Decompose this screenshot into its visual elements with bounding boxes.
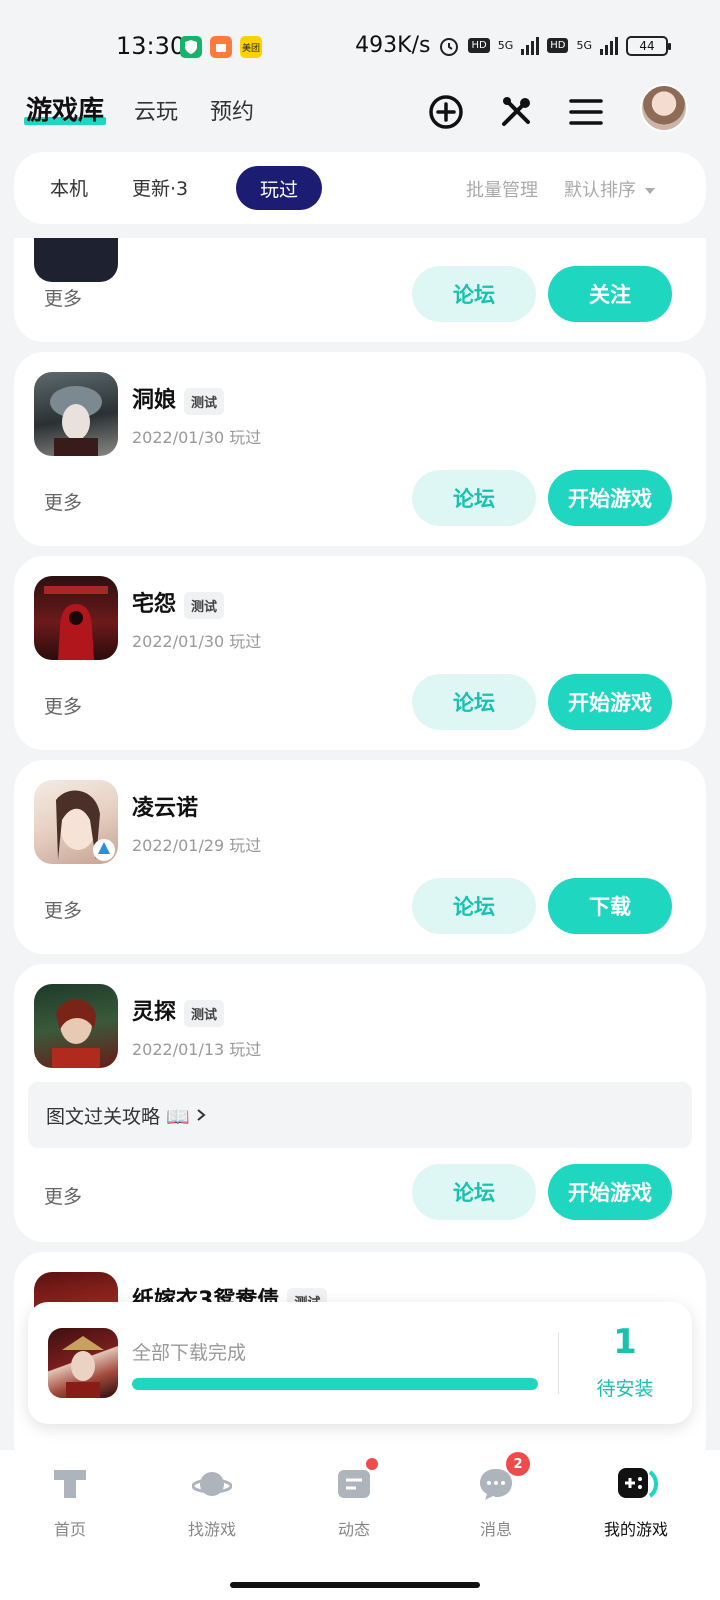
alarm-icon bbox=[440, 37, 459, 56]
played-date: 2022/01/29 玩过 bbox=[132, 836, 262, 855]
game-card[interactable]: 更多 论坛 关注 bbox=[14, 238, 706, 342]
filter-tab-updates[interactable]: 更新·3 bbox=[132, 174, 188, 201]
chevron-right-icon bbox=[197, 1109, 206, 1121]
follow-button[interactable]: 关注 bbox=[548, 266, 672, 322]
filter-tab-played[interactable]: 玩过 bbox=[236, 166, 322, 210]
tab-cloud-play[interactable]: 云玩 bbox=[134, 94, 178, 126]
caret-down-icon bbox=[644, 188, 655, 194]
test-badge: 测试 bbox=[184, 999, 225, 1027]
game-icon bbox=[34, 238, 118, 282]
game-card[interactable]: 凌云诺 2022/01/29 玩过 更多 论坛 下载 bbox=[14, 760, 706, 954]
forum-button[interactable]: 论坛 bbox=[412, 878, 536, 934]
signal-icon-2 bbox=[600, 36, 618, 55]
start-game-button[interactable]: 开始游戏 bbox=[548, 674, 672, 730]
status-time: 13:30 bbox=[116, 32, 186, 60]
more-button[interactable]: 更多 bbox=[44, 896, 82, 923]
chat-icon: 2 bbox=[476, 1452, 530, 1504]
filter-tab-local[interactable]: 本机 bbox=[50, 174, 88, 201]
forum-button[interactable]: 论坛 bbox=[412, 470, 536, 526]
nav-home[interactable]: 首页 bbox=[10, 1464, 130, 1540]
hd-badge: HD bbox=[468, 38, 490, 53]
status-right: 493K/s HD 5G HD 5G 44 bbox=[355, 33, 671, 58]
more-button[interactable]: 更多 bbox=[44, 692, 82, 719]
bottom-nav: 首页 找游戏 动态 2 消息 我的游戏 bbox=[0, 1450, 720, 1600]
gamepad-icon bbox=[616, 1464, 658, 1504]
played-date: 2022/01/13 玩过 bbox=[132, 1040, 262, 1059]
forum-button[interactable]: 论坛 bbox=[412, 266, 536, 322]
download-button[interactable]: 下载 bbox=[548, 878, 672, 934]
start-game-button[interactable]: 开始游戏 bbox=[548, 1164, 672, 1220]
tab-game-library[interactable]: 游戏库 bbox=[23, 90, 107, 127]
network-label: 5G bbox=[497, 39, 514, 52]
network-speed: 493K/s bbox=[355, 33, 431, 58]
menu-icon[interactable] bbox=[566, 92, 606, 132]
start-game-button[interactable]: 开始游戏 bbox=[548, 470, 672, 526]
nav-find-games[interactable]: 找游戏 bbox=[152, 1464, 272, 1540]
filter-bar: 本机 更新·3 玩过 批量管理 默认排序 bbox=[14, 152, 706, 224]
walkthrough-label: 图文过关攻略 📖 bbox=[46, 1105, 190, 1128]
meituan-app-icon: 美团 bbox=[240, 36, 262, 58]
status-app-icons: 美团 bbox=[180, 36, 262, 58]
more-button[interactable]: 更多 bbox=[44, 1182, 82, 1209]
batch-manage-button[interactable]: 批量管理 bbox=[466, 176, 538, 202]
game-card[interactable]: 宅怨 测试 2022/01/30 玩过 更多 论坛 开始游戏 bbox=[14, 556, 706, 750]
avatar[interactable] bbox=[640, 84, 688, 132]
played-date: 2022/01/30 玩过 bbox=[132, 632, 262, 651]
feed-notification-dot bbox=[366, 1458, 378, 1470]
download-status-card[interactable]: 全部下载完成 1 待安装 bbox=[28, 1302, 692, 1424]
home-icon bbox=[50, 1464, 90, 1504]
game-icon bbox=[34, 576, 118, 660]
nav-my-games-label: 我的游戏 bbox=[603, 1520, 668, 1539]
game-title: 洞娘 测试 bbox=[132, 382, 225, 415]
forum-button[interactable]: 论坛 bbox=[412, 674, 536, 730]
nav-feed[interactable]: 动态 bbox=[294, 1458, 414, 1540]
tab-reserve[interactable]: 预约 bbox=[210, 94, 254, 126]
network-label-2: 5G bbox=[576, 39, 592, 52]
test-badge: 测试 bbox=[184, 387, 225, 415]
game-title: 宅怨 测试 bbox=[132, 586, 225, 619]
nav-feed-label: 动态 bbox=[337, 1520, 370, 1539]
game-title: 凌云诺 bbox=[132, 796, 199, 821]
test-badge: 测试 bbox=[184, 591, 225, 619]
pending-install-count[interactable]: 1 bbox=[558, 1322, 692, 1362]
download-progress-bar bbox=[132, 1378, 538, 1390]
game-icon bbox=[34, 780, 118, 864]
game-title: 灵探 测试 bbox=[132, 994, 225, 1027]
download-game-icon bbox=[48, 1328, 118, 1398]
game-icon bbox=[34, 984, 118, 1068]
download-status-text: 全部下载完成 bbox=[132, 1342, 247, 1364]
top-nav: 游戏库 云玩 预约 bbox=[0, 84, 720, 140]
hd-badge-2: HD bbox=[547, 38, 569, 53]
tools-icon[interactable] bbox=[496, 92, 536, 132]
more-button[interactable]: 更多 bbox=[44, 284, 82, 311]
shield-app-icon bbox=[180, 36, 202, 58]
nav-messages[interactable]: 2 消息 bbox=[436, 1452, 556, 1540]
feed-icon bbox=[334, 1458, 378, 1504]
download-progress-fill bbox=[132, 1378, 538, 1390]
message-count-badge: 2 bbox=[506, 1452, 530, 1476]
walkthrough-link[interactable]: 图文过关攻略 📖 bbox=[28, 1082, 692, 1148]
pending-install-label[interactable]: 待安装 bbox=[558, 1374, 692, 1401]
game-card[interactable]: 洞娘 测试 2022/01/30 玩过 更多 论坛 开始游戏 bbox=[14, 352, 706, 546]
add-circle-icon[interactable] bbox=[426, 92, 466, 132]
signal-icon bbox=[521, 36, 540, 55]
status-bar: 13:30 美团 493K/s HD 5G HD 5G 44 bbox=[0, 0, 720, 96]
nav-find-games-label: 找游戏 bbox=[187, 1520, 236, 1539]
sort-dropdown[interactable]: 默认排序 bbox=[564, 176, 656, 202]
home-indicator[interactable] bbox=[230, 1582, 480, 1588]
sort-label: 默认排序 bbox=[564, 180, 636, 201]
shop-app-icon bbox=[210, 36, 232, 58]
nav-home-label: 首页 bbox=[53, 1520, 86, 1539]
game-icon bbox=[34, 372, 118, 456]
game-card[interactable]: 灵探 测试 2022/01/13 玩过 图文过关攻略 📖 更多 论坛 开始游戏 bbox=[14, 964, 706, 1242]
played-date: 2022/01/30 玩过 bbox=[132, 428, 262, 447]
planet-icon bbox=[191, 1464, 233, 1504]
nav-my-games[interactable]: 我的游戏 bbox=[576, 1464, 696, 1540]
more-button[interactable]: 更多 bbox=[44, 488, 82, 515]
battery-icon: 44 bbox=[626, 35, 671, 56]
nav-messages-label: 消息 bbox=[479, 1520, 512, 1539]
forum-button[interactable]: 论坛 bbox=[412, 1164, 536, 1220]
